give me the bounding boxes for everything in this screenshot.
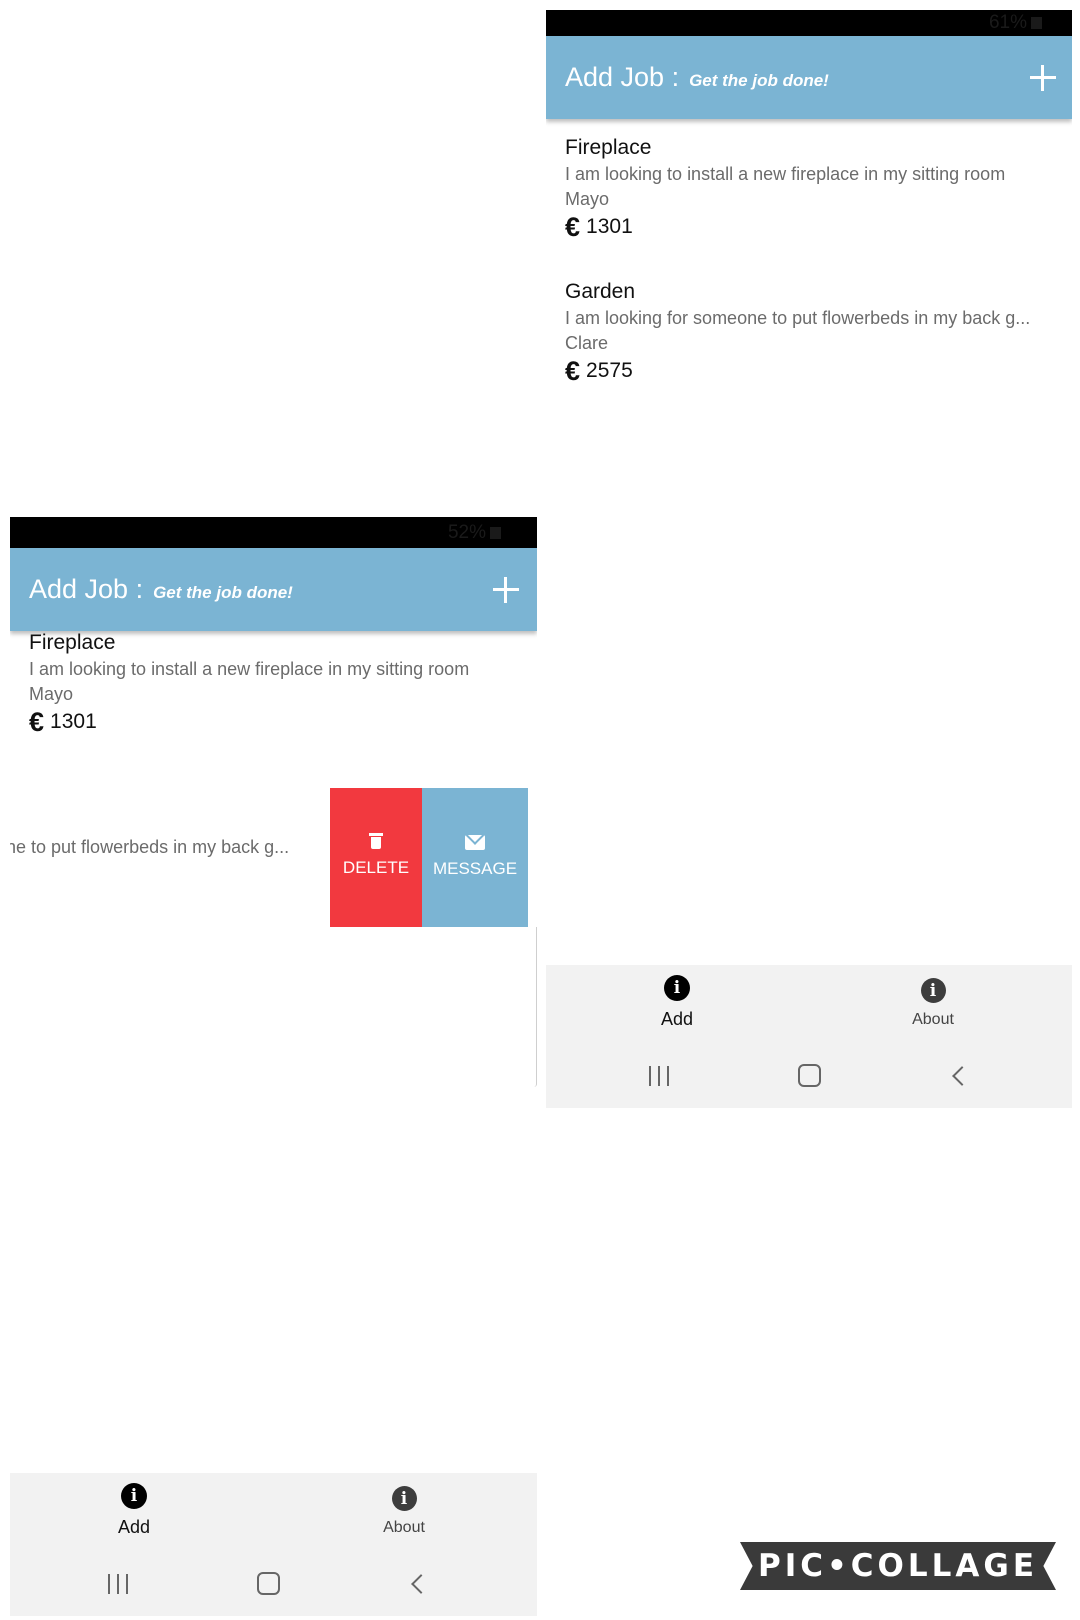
job-location: Mayo <box>29 684 74 704</box>
delete-button[interactable]: DELETE <box>330 788 422 927</box>
info-icon: i <box>920 978 946 1003</box>
nav-item-add[interactable]: i Add <box>577 965 777 1043</box>
pic-collage-watermark: PIC•COLLAGE <box>740 1542 1056 1590</box>
home-button[interactable] <box>779 1043 839 1108</box>
app-subtitle: Get the job done! <box>153 582 293 602</box>
add-job-button[interactable] <box>1028 63 1058 93</box>
back-icon <box>411 1573 431 1594</box>
job-price: € 1301 <box>565 212 1062 242</box>
job-location: Clare <box>565 333 609 353</box>
job-price-value: 1301 <box>586 215 633 238</box>
delete-label: DELETE <box>342 858 410 877</box>
battery-icon <box>1031 16 1042 29</box>
nav-item-about[interactable]: i About <box>833 965 1033 1043</box>
home-button[interactable] <box>238 1551 298 1616</box>
info-icon: i <box>664 975 690 1001</box>
swipe-edge <box>534 927 537 1087</box>
job-price: € 2575 <box>565 356 1062 386</box>
back-icon <box>952 1065 972 1086</box>
app-bar: Add Job : Get the job done! <box>546 36 1072 119</box>
nav-label: About <box>912 1011 954 1028</box>
back-button[interactable] <box>388 1551 448 1616</box>
left-screenshot: 52% Add Job : Get the job done! Fireplac… <box>10 517 537 1616</box>
right-screenshot: 61% Add Job : Get the job done! Fireplac… <box>546 10 1072 1109</box>
app-title: Add Job : <box>565 62 680 92</box>
job-card[interactable]: Fireplace I am looking to install a new … <box>565 134 1062 242</box>
back-button[interactable] <box>929 1043 989 1108</box>
job-card[interactable]: Fireplace I am looking to install a new … <box>29 629 527 737</box>
home-icon <box>797 1064 821 1087</box>
swiped-job-row[interactable]: ne to put flowerbeds in my back g... DEL… <box>10 788 537 1087</box>
euro-icon: € <box>565 356 581 386</box>
job-price-value: 1301 <box>50 710 97 733</box>
add-job-button[interactable] <box>491 575 521 605</box>
job-price: € 1301 <box>29 707 527 737</box>
recents-icon <box>108 1573 128 1594</box>
job-price-value: 2575 <box>586 359 633 382</box>
nav-label: Add <box>117 1517 151 1537</box>
bottom-nav: i Add i About <box>546 965 1072 1043</box>
status-bar: 61% <box>546 10 1072 36</box>
system-nav-bar <box>546 1043 1072 1108</box>
message-button[interactable]: MESSAGE <box>422 788 528 927</box>
job-description: I am looking to install a new fireplace … <box>29 659 470 679</box>
job-description: ne to put flowerbeds in my back g... <box>10 837 290 857</box>
battery-icon <box>490 526 501 539</box>
job-description: I am looking to install a new fireplace … <box>565 164 1006 184</box>
system-nav-bar <box>10 1551 537 1616</box>
job-title: Garden <box>565 280 636 303</box>
euro-icon: € <box>565 212 581 242</box>
info-icon: i <box>391 1486 417 1511</box>
bottom-nav: i Add i About <box>10 1473 537 1551</box>
job-description: I am looking for someone to put flowerbe… <box>565 308 1031 328</box>
app-bar: Add Job : Get the job done! <box>10 548 537 631</box>
recents-button[interactable] <box>88 1551 148 1616</box>
info-icon: i <box>121 1483 147 1509</box>
trash-icon <box>369 833 383 849</box>
nav-item-about[interactable]: i About <box>304 1473 504 1551</box>
job-card[interactable]: Garden I am looking for someone to put f… <box>565 278 1062 386</box>
nav-label: Add <box>660 1009 694 1029</box>
euro-icon: € <box>29 707 45 737</box>
nav-item-add[interactable]: i Add <box>34 1473 234 1551</box>
recents-button[interactable] <box>629 1043 689 1108</box>
nav-label: About <box>383 1519 425 1536</box>
job-title: Fireplace <box>565 136 652 159</box>
recents-icon <box>649 1065 669 1086</box>
app-subtitle: Get the job done! <box>689 70 829 90</box>
battery-percentage: 61% <box>988 12 1027 33</box>
job-location: Mayo <box>565 189 610 209</box>
message-label: MESSAGE <box>432 858 518 878</box>
home-icon <box>256 1572 280 1595</box>
status-bar: 52% <box>10 517 537 548</box>
app-title: Add Job : <box>29 574 144 604</box>
mail-icon <box>465 834 485 850</box>
battery-percentage: 52% <box>447 522 486 543</box>
job-title: Fireplace <box>29 631 116 654</box>
